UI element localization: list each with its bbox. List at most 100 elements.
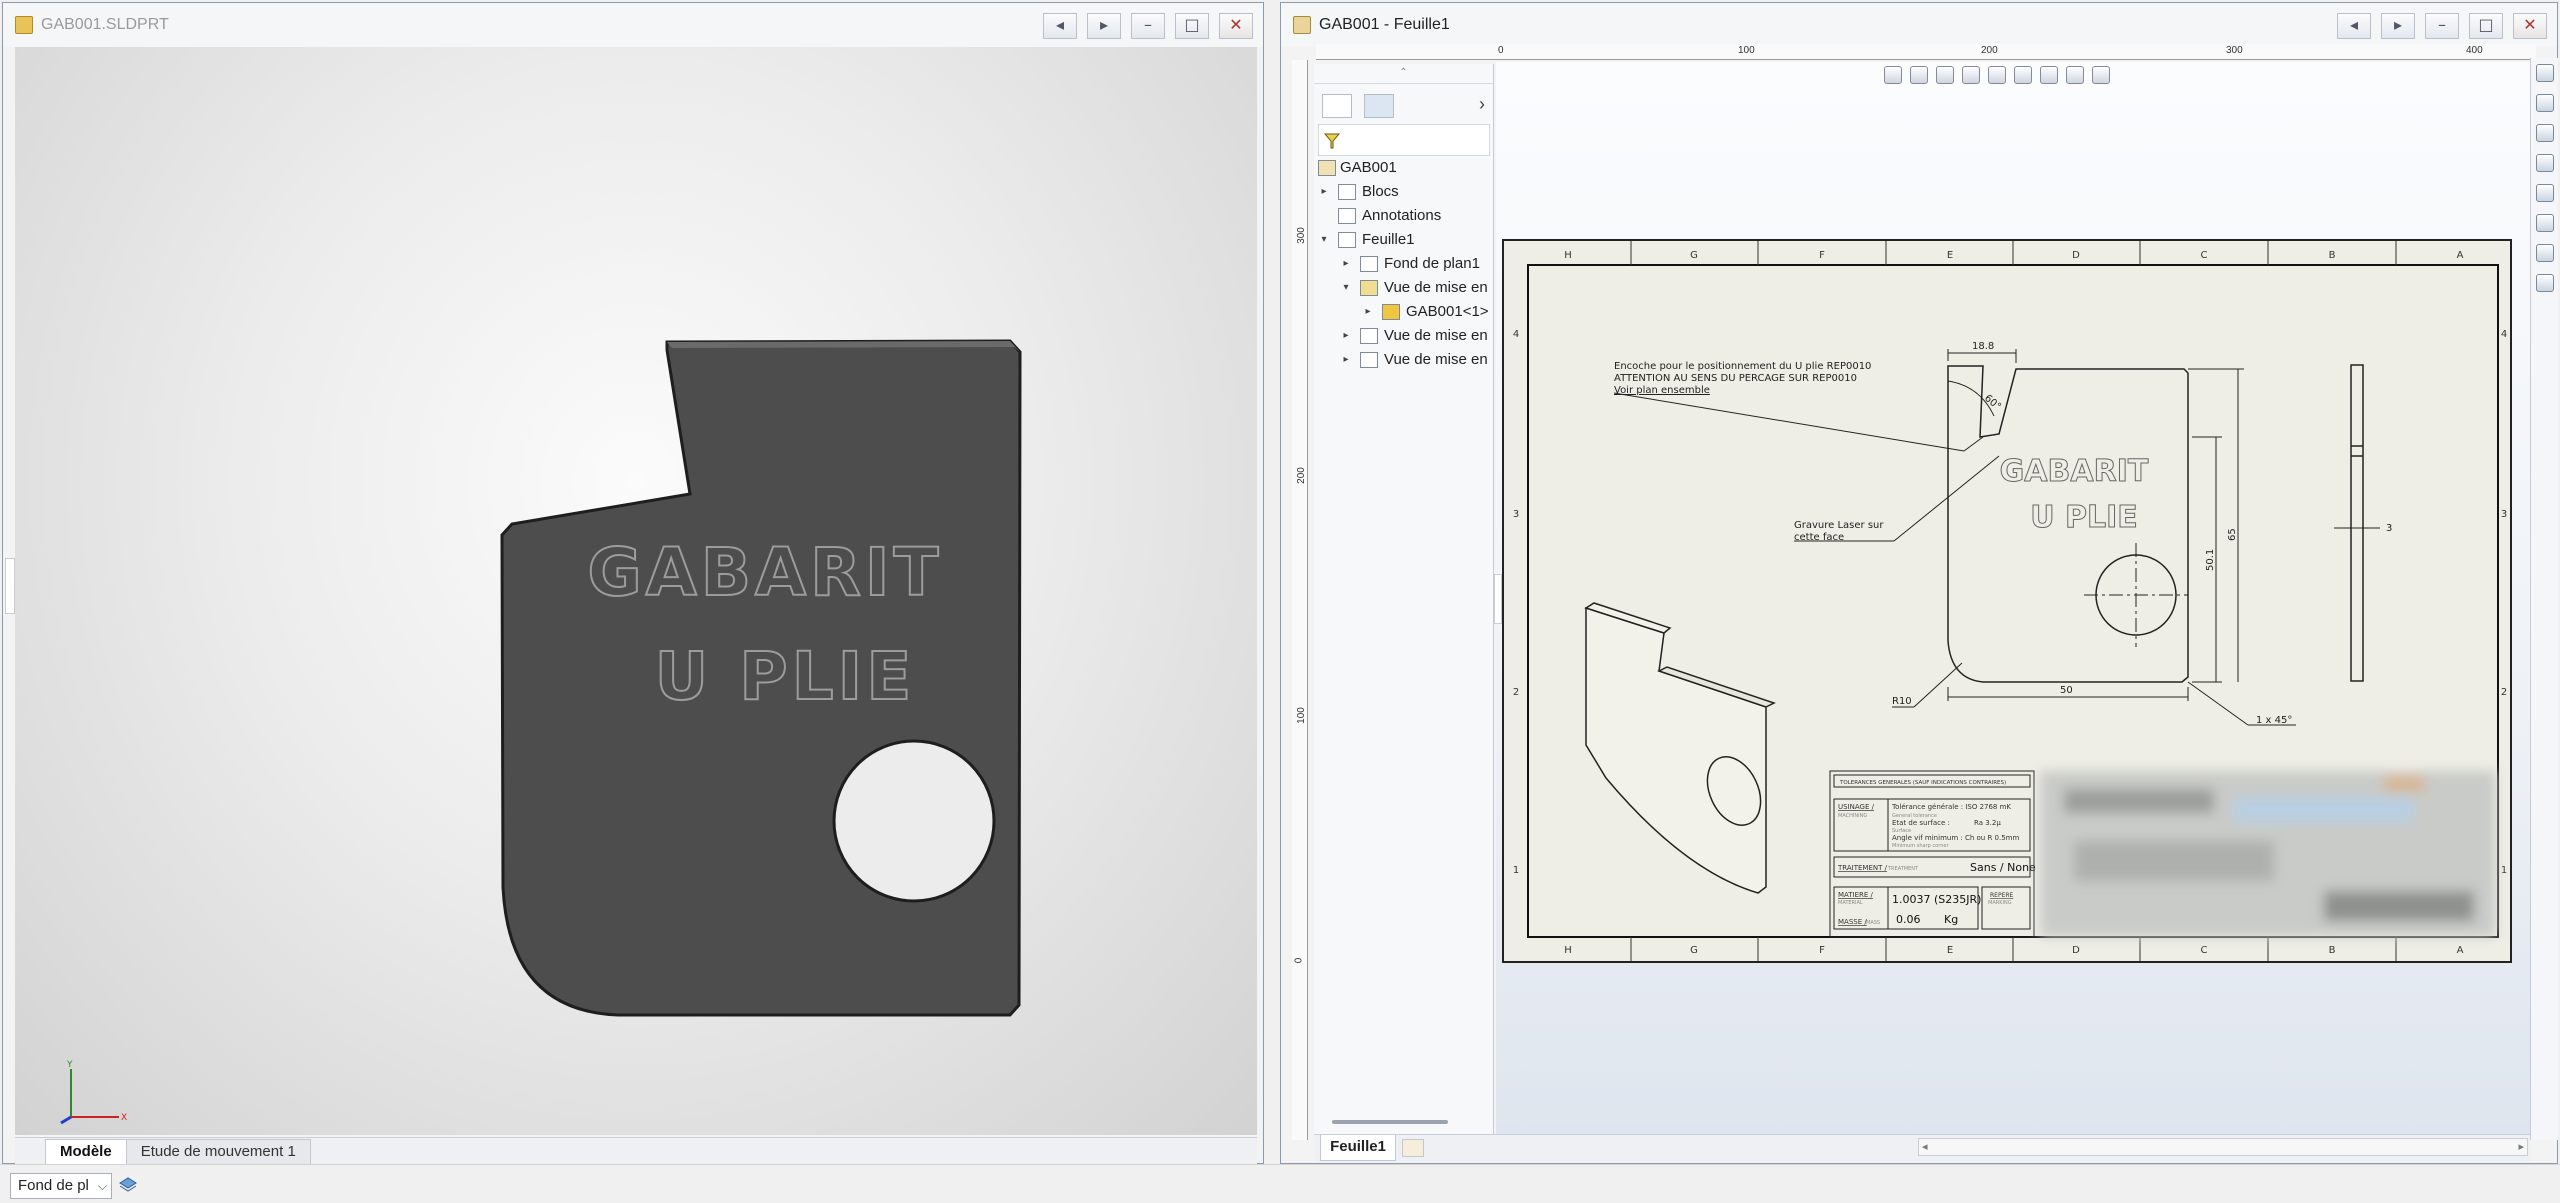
add-sheet-icon[interactable] <box>1402 1139 1424 1157</box>
close-icon[interactable]: ✕ <box>2513 13 2547 39</box>
zoom-in-out-icon[interactable] <box>1936 66 1954 84</box>
dim-height-outer: 65 <box>2227 528 2238 541</box>
minimize-icon[interactable]: – <box>2425 13 2459 39</box>
scroll-left-icon[interactable]: ◂ <box>1922 1139 1928 1155</box>
view-palette-icon[interactable] <box>2536 154 2554 172</box>
maximize-icon[interactable]: □ <box>1175 13 1209 39</box>
ruler-v-200: 200 <box>1295 467 1307 484</box>
drawing-icon <box>1318 160 1336 176</box>
tree-node-fond-de-plan[interactable]: ▸ Fond de plan1 <box>1314 252 1494 276</box>
tree-node-vue-3[interactable]: ▸ Vue de mise en <box>1314 348 1494 372</box>
part-hole <box>832 739 996 903</box>
tab-feuille1[interactable]: Feuille1 <box>1320 1135 1396 1161</box>
tab-modele[interactable]: Modèle <box>45 1139 127 1165</box>
note-line2: ATTENTION AU SENS DU PERCAGE SUR REP0010 <box>1614 373 1857 384</box>
tb-repere: REPERE <box>1990 892 2014 899</box>
tab-etude-mouvement[interactable]: Etude de mouvement 1 <box>125 1139 311 1165</box>
tb-traitement-val: Sans / None <box>1970 861 2036 874</box>
ruler-v-300: 300 <box>1295 227 1307 244</box>
hide-show-icon[interactable] <box>2040 66 2058 84</box>
display-style-icon[interactable] <box>2014 66 2032 84</box>
tb-masse-en: MASS <box>1866 920 1880 926</box>
next-window-icon[interactable]: ▸ <box>2381 13 2415 39</box>
tree-node-blocs[interactable]: ▸ Blocs <box>1314 180 1494 204</box>
property-tab-icon[interactable] <box>1364 94 1394 118</box>
layer-properties-icon[interactable] <box>118 1175 138 1193</box>
tb-etat-val: Ra 3.2µ <box>1974 819 2001 827</box>
maximize-icon[interactable]: □ <box>2469 13 2503 39</box>
view-settings-icon[interactable] <box>2066 66 2084 84</box>
zoom-to-fit-icon[interactable] <box>1884 66 1902 84</box>
panel-more-icon[interactable]: › <box>1479 94 1485 115</box>
engrave-line2: cette face <box>1794 532 1844 543</box>
zone-left-2: 2 <box>1513 687 1519 698</box>
3d-viewport[interactable]: GABARIT U PLIE Y X <box>15 47 1257 1135</box>
drawing-sheet[interactable]: H G F E D C B A H G F E D C B A 4 3 2 1 … <box>1502 239 2512 963</box>
zone-top-c: C <box>2201 250 2208 261</box>
ruler-v-100: 100 <box>1295 707 1307 724</box>
front-view-engraving-2: U PLIE <box>2030 500 2138 535</box>
rotate-icon[interactable] <box>1988 66 2006 84</box>
tb-usinage-en: MACHINING <box>1838 813 1867 819</box>
minimize-icon[interactable]: – <box>1131 13 1165 39</box>
scene-icon[interactable] <box>2092 66 2110 84</box>
next-window-icon[interactable]: ▸ <box>1087 13 1121 39</box>
layer-select[interactable]: Fond de pl ⌵ <box>10 1173 112 1199</box>
part-3d-model[interactable]: GABARIT U PLIE <box>15 47 1257 1135</box>
tree-node-vue-1[interactable]: ▾ Vue de mise en <box>1314 276 1494 300</box>
drawing-document-icon <box>1293 16 1311 34</box>
task-pane <box>2530 58 2558 1140</box>
part-window-titlebar[interactable]: GAB001.SLDPRT ◂ ▸ – □ ✕ <box>3 3 1263 47</box>
folder-icon <box>1338 184 1356 200</box>
panel-collapse-handle[interactable]: ⌃ <box>1314 64 1493 84</box>
engrave-line1: Gravure Laser sur <box>1794 520 1884 531</box>
note-line1: Encoche pour le positionnement du U plie… <box>1614 361 1871 372</box>
drawing-window-title: GAB001 - Feuille1 <box>1319 16 1450 33</box>
zone-top-f: F <box>1819 250 1825 261</box>
tb-masse: MASSE / <box>1838 918 1867 926</box>
tree-node-gab001-1[interactable]: ▸ GAB001<1> <box>1314 300 1494 324</box>
tb-matiere: MATIERE / <box>1838 891 1874 899</box>
drawing-panel-handle[interactable] <box>1494 574 1502 624</box>
panel-scrollbar[interactable] <box>1332 1120 1448 1124</box>
tree-node-gab001[interactable]: GAB001 <box>1314 156 1494 180</box>
previous-window-icon[interactable]: ◂ <box>2337 13 2371 39</box>
previous-window-icon[interactable]: ◂ <box>1043 13 1077 39</box>
sheet-icon <box>1338 232 1356 248</box>
part-icon <box>1382 304 1400 320</box>
zone-top-g: G <box>1690 250 1698 261</box>
design-library-icon[interactable] <box>2536 94 2554 112</box>
left-panel-handle[interactable] <box>5 558 15 614</box>
dim-top: 18.8 <box>1972 341 1994 352</box>
tree-filter[interactable] <box>1318 124 1490 156</box>
tree-node-vue-2[interactable]: ▸ Vue de mise en <box>1314 324 1494 348</box>
tree-node-feuille1[interactable]: ▾ Feuille1 <box>1314 228 1494 252</box>
horizontal-scrollbar[interactable]: ◂ ▸ <box>1918 1138 2528 1156</box>
appearances-icon[interactable] <box>2536 184 2554 202</box>
triad-x-label: X <box>121 1113 127 1123</box>
zone-bottom-a: A <box>2457 945 2464 956</box>
close-icon[interactable]: ✕ <box>1219 13 1253 39</box>
status-bar: Fond de pl ⌵ <box>0 1164 2560 1203</box>
tb-masse-unit: Kg <box>1944 913 1958 926</box>
ruler-h-100: 100 <box>1738 45 1755 56</box>
forum-icon[interactable] <box>2536 244 2554 262</box>
tb-usinage: USINAGE / <box>1838 803 1875 811</box>
file-explorer-icon[interactable] <box>2536 124 2554 142</box>
custom-properties-icon[interactable] <box>2536 214 2554 232</box>
ruler-h-300: 300 <box>2226 45 2243 56</box>
solidworks-resources-icon[interactable] <box>2536 274 2554 292</box>
zone-right-4: 4 <box>2501 329 2507 340</box>
tree-node-annotations[interactable]: Annotations <box>1314 204 1494 228</box>
drawing-window-titlebar[interactable]: GAB001 - Feuille1 ◂ ▸ – □ ✕ <box>1281 3 2557 47</box>
pan-icon[interactable] <box>1962 66 1980 84</box>
zone-right-1: 1 <box>2501 865 2507 876</box>
feature-tree-tab-icon[interactable] <box>1322 94 1352 118</box>
feature-tree: GAB001 ▸ Blocs Annotations ▾ Feuille1 ▸ Fon… <box>1314 156 1494 372</box>
horizontal-ruler: 0 100 200 300 400 <box>1316 44 2536 60</box>
home-icon[interactable] <box>2536 64 2554 82</box>
zoom-to-area-icon[interactable] <box>1910 66 1928 84</box>
dim-angle: 60° <box>1982 393 2003 413</box>
scroll-right-icon[interactable]: ▸ <box>2518 1139 2524 1155</box>
filter-icon <box>1323 133 1341 149</box>
